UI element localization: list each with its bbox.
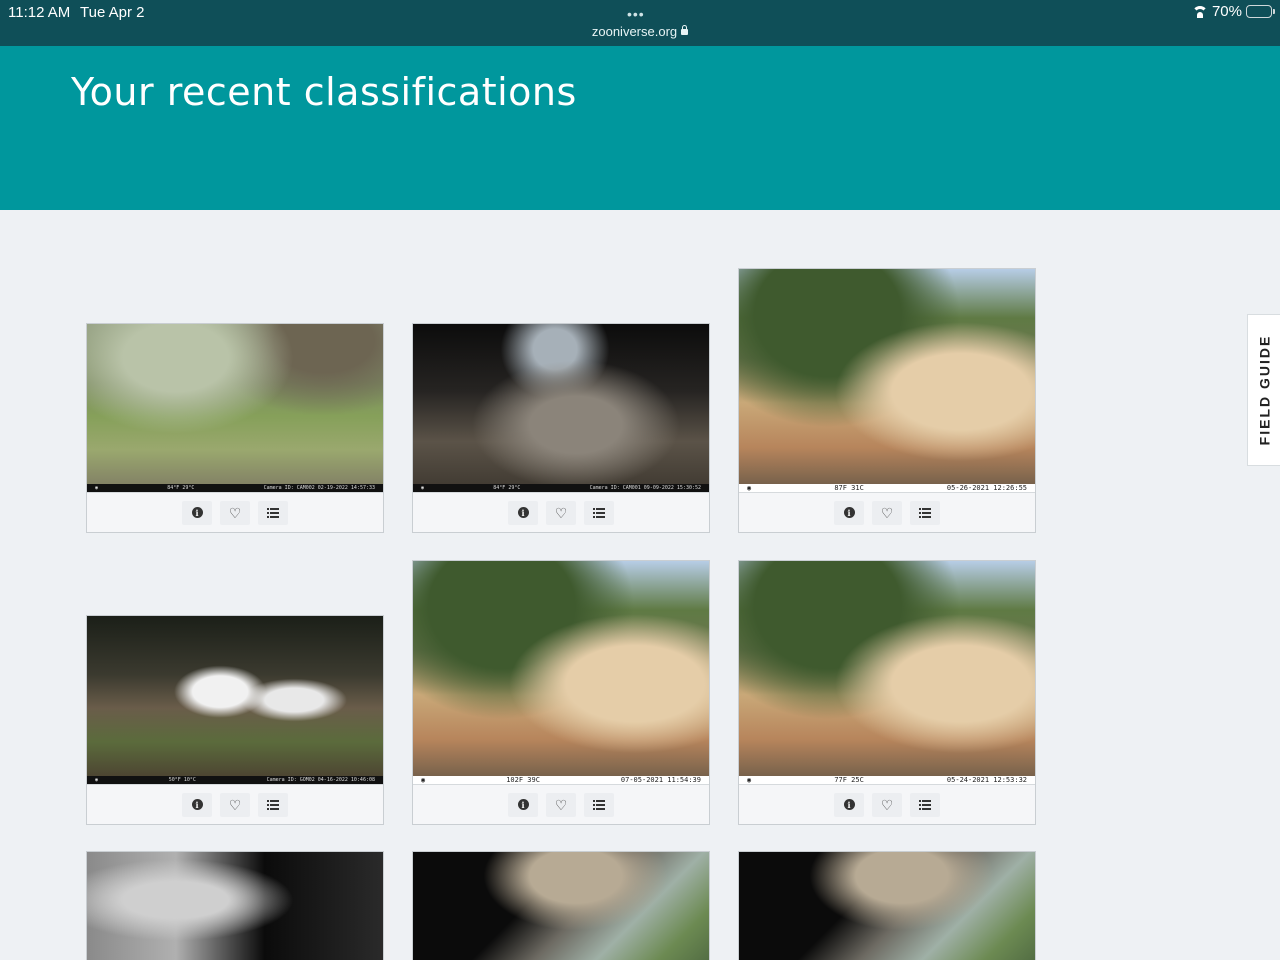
camera-info-strip: ◉ 87F 31C 05-26-2021 12:26:55 <box>739 484 1035 492</box>
subject-image[interactable] <box>739 852 1035 960</box>
battery-icon <box>1246 5 1275 18</box>
card-actions: i ♡ <box>87 784 383 824</box>
heart-icon: ♡ <box>228 796 242 813</box>
camera-timestamp: Camera ID: CAM002 02-19-2022 14:57:33 <box>263 485 375 491</box>
field-guide-label: FIELD GUIDE <box>1256 334 1273 446</box>
camera-info-strip: ◉ 77F 25C 05-24-2021 12:53:32 <box>739 776 1035 784</box>
page-banner: Your recent classifications <box>0 46 1280 210</box>
camera-logo-icon: ◉ <box>421 485 425 491</box>
subject-image[interactable] <box>87 852 383 960</box>
wifi-icon <box>1191 5 1208 18</box>
subject-image[interactable]: ◉ 50°F 10°C Camera ID: GOM02 04-16-2022 10… <box>87 616 383 784</box>
info-button[interactable]: i <box>182 500 212 525</box>
subject-image[interactable]: ◉ 102F 39C 07-05-2021 11:54:39 <box>413 561 709 784</box>
favorite-button[interactable]: ♡ <box>546 792 576 817</box>
info-button[interactable]: i <box>834 500 864 525</box>
favorite-button[interactable]: ♡ <box>546 500 576 525</box>
info-icon: i <box>517 507 529 518</box>
card-actions: i ♡ <box>739 784 1035 824</box>
card-actions: i ♡ <box>413 492 709 532</box>
info-icon: i <box>843 799 855 810</box>
info-button[interactable]: i <box>508 500 538 525</box>
list-icon <box>593 799 605 810</box>
camera-info-strip: ◉ 84°F 29°C Camera ID: CAM001 09-09-2022 1… <box>413 484 709 492</box>
info-icon: i <box>843 507 855 518</box>
classification-card[interactable]: ◉ 102F 39C 07-05-2021 11:54:39 i ♡ <box>412 560 710 825</box>
classification-card[interactable]: ◉ 77F 25C 05-24-2021 12:53:32 i ♡ <box>738 560 1036 825</box>
camera-info-strip: ◉ 84°F 29°C Camera ID: CAM002 02-19-2022 1… <box>87 484 383 492</box>
field-guide-tab[interactable]: FIELD GUIDE <box>1247 314 1280 466</box>
card-actions: i ♡ <box>87 492 383 532</box>
info-button[interactable]: i <box>182 792 212 817</box>
collections-button[interactable] <box>584 792 614 817</box>
info-icon: i <box>191 799 203 810</box>
classification-card[interactable] <box>86 851 384 960</box>
info-button[interactable]: i <box>508 792 538 817</box>
camera-logo-icon: ◉ <box>95 485 99 491</box>
card-actions: i ♡ <box>413 784 709 824</box>
list-icon <box>919 799 931 810</box>
camera-temperature: 77F 25C <box>834 776 864 784</box>
info-icon: i <box>191 507 203 518</box>
tab-dots-icon[interactable]: ••• <box>627 6 645 22</box>
favorite-button[interactable]: ♡ <box>220 792 250 817</box>
camera-info-strip: ◉ 102F 39C 07-05-2021 11:54:39 <box>413 776 709 784</box>
classification-card[interactable] <box>738 851 1036 960</box>
camera-info-strip: ◉ 50°F 10°C Camera ID: GOM02 04-16-2022 10… <box>87 776 383 784</box>
camera-temperature: 87F 31C <box>834 484 864 492</box>
favorite-button[interactable]: ♡ <box>872 792 902 817</box>
camera-temperature: 102F 39C <box>506 776 540 784</box>
battery-percent: 70% <box>1211 3 1242 20</box>
status-date: Tue Apr 2 <box>80 4 145 21</box>
camera-logo-icon: ◉ <box>747 484 752 492</box>
subject-image[interactable]: ◉ 77F 25C 05-24-2021 12:53:32 <box>739 561 1035 784</box>
heart-icon: ♡ <box>554 796 568 813</box>
collections-button[interactable] <box>910 500 940 525</box>
favorite-button[interactable]: ♡ <box>872 500 902 525</box>
card-actions: i ♡ <box>739 492 1035 532</box>
classification-card[interactable]: ◉ 84°F 29°C Camera ID: CAM001 09-09-2022 1… <box>412 323 710 533</box>
heart-icon: ♡ <box>880 504 894 521</box>
url-bar[interactable]: zooniverse.org <box>0 24 1280 39</box>
camera-timestamp: 05-24-2021 12:53:32 <box>946 776 1027 784</box>
subject-image[interactable] <box>413 852 709 960</box>
info-button[interactable]: i <box>834 792 864 817</box>
list-icon <box>593 507 605 518</box>
camera-timestamp: Camera ID: CAM001 09-09-2022 15:30:52 <box>589 485 701 491</box>
camera-temperature: 50°F 10°C <box>168 777 196 783</box>
list-icon <box>919 507 931 518</box>
status-time: 11:12 AM <box>8 4 71 21</box>
lock-icon <box>681 25 689 35</box>
subject-image[interactable]: ◉ 87F 31C 05-26-2021 12:26:55 <box>739 269 1035 492</box>
camera-temperature: 84°F 29°C <box>167 485 195 491</box>
info-icon: i <box>517 799 529 810</box>
list-icon <box>267 799 279 810</box>
subject-image[interactable]: ◉ 84°F 29°C Camera ID: CAM002 02-19-2022 1… <box>87 324 383 492</box>
camera-logo-icon: ◉ <box>421 776 426 784</box>
status-bar: 11:12 AM Tue Apr 2 ••• zooniverse.org 70… <box>0 0 1280 46</box>
classification-card[interactable]: ◉ 50°F 10°C Camera ID: GOM02 04-16-2022 10… <box>86 615 384 825</box>
camera-logo-icon: ◉ <box>747 776 752 784</box>
subject-image[interactable]: ◉ 84°F 29°C Camera ID: CAM001 09-09-2022 1… <box>413 324 709 492</box>
camera-logo-icon: ◉ <box>95 777 99 783</box>
heart-icon: ♡ <box>880 796 894 813</box>
list-icon <box>267 507 279 518</box>
collections-button[interactable] <box>910 792 940 817</box>
camera-timestamp: 07-05-2021 11:54:39 <box>620 776 701 784</box>
heart-icon: ♡ <box>228 504 242 521</box>
collections-button[interactable] <box>258 500 288 525</box>
status-indicators: 70% <box>1191 3 1275 20</box>
page-title: Your recent classifications <box>71 70 577 114</box>
collections-button[interactable] <box>258 792 288 817</box>
camera-timestamp: 05-26-2021 12:26:55 <box>946 484 1027 492</box>
camera-temperature: 84°F 29°C <box>493 485 521 491</box>
classification-card[interactable]: ◉ 87F 31C 05-26-2021 12:26:55 i ♡ <box>738 268 1036 533</box>
url-text: zooniverse.org <box>591 24 678 39</box>
favorite-button[interactable]: ♡ <box>220 500 250 525</box>
collections-button[interactable] <box>584 500 614 525</box>
camera-timestamp: Camera ID: GOM02 04-16-2022 10:46:08 <box>266 777 375 783</box>
heart-icon: ♡ <box>554 504 568 521</box>
classification-card[interactable]: ◉ 84°F 29°C Camera ID: CAM002 02-19-2022 1… <box>86 323 384 533</box>
classification-card[interactable] <box>412 851 710 960</box>
